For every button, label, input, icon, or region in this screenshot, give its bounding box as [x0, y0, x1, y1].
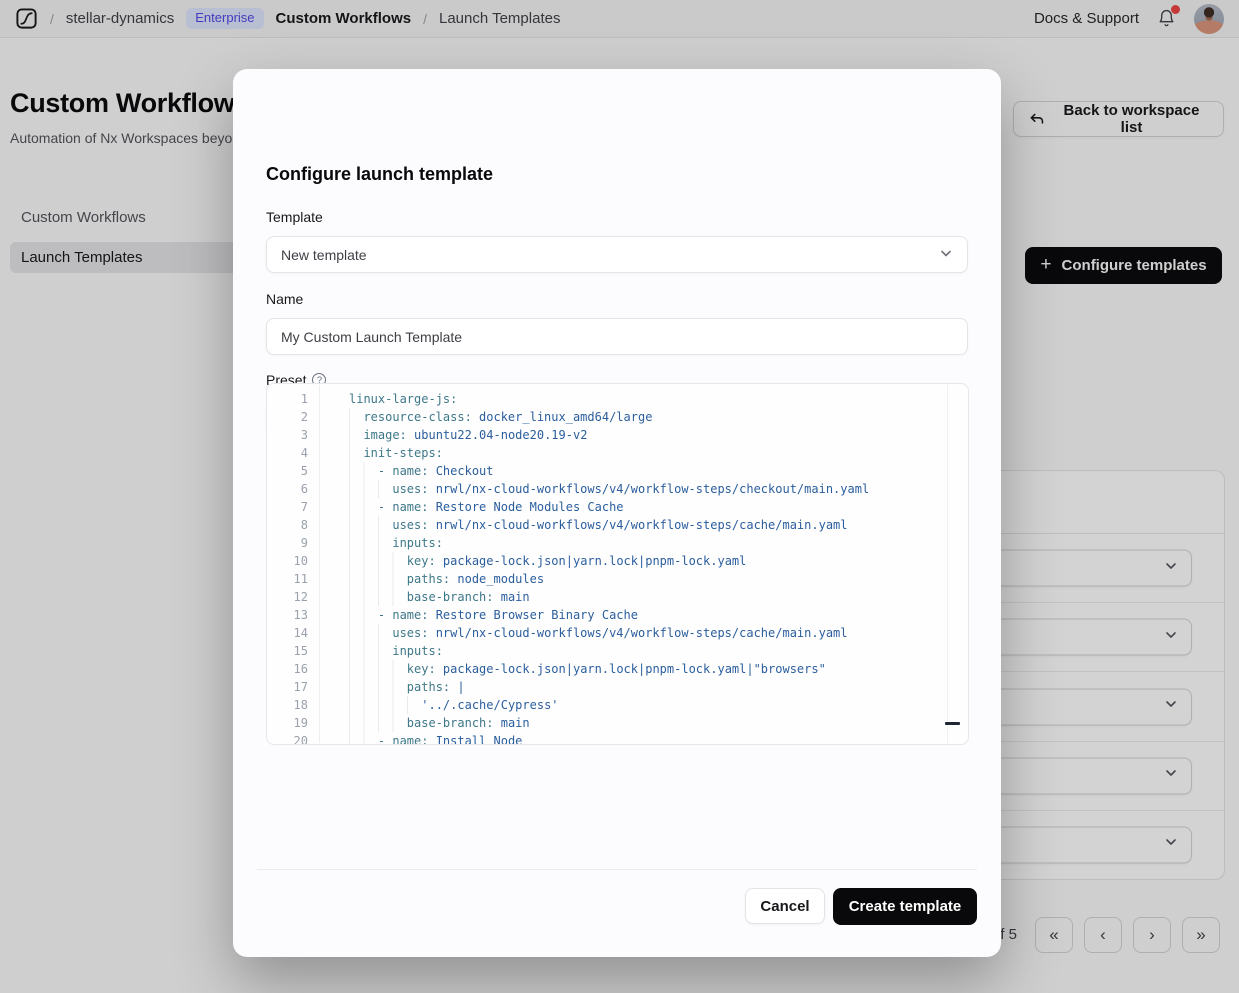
template-label: Template: [266, 209, 323, 225]
modal-title: Configure launch template: [266, 164, 493, 185]
code-line: 7- name: Restore Node Modules Cache: [267, 498, 968, 516]
code-line: 16key: package-lock.json|yarn.lock|pnpm-…: [267, 660, 968, 678]
chevron-down-icon: [938, 245, 954, 264]
code-line: 18'../.cache/Cypress': [267, 696, 968, 714]
gutter-divider: [319, 385, 320, 743]
code-line: 19base-branch: main: [267, 714, 968, 732]
code-line: 4init-steps:: [267, 444, 968, 462]
template-select[interactable]: New template: [266, 236, 968, 273]
create-template-button[interactable]: Create template: [833, 888, 977, 925]
scrollbar-track: [947, 385, 948, 743]
app-root: / stellar-dynamics Enterprise Custom Wor…: [0, 0, 1239, 993]
code-line: 6uses: nrwl/nx-cloud-workflows/v4/workfl…: [267, 480, 968, 498]
code-line: 8uses: nrwl/nx-cloud-workflows/v4/workfl…: [267, 516, 968, 534]
code-line: 10key: package-lock.json|yarn.lock|pnpm-…: [267, 552, 968, 570]
code-line: 9inputs:: [267, 534, 968, 552]
code-line: 13- name: Restore Browser Binary Cache: [267, 606, 968, 624]
code-line: 15inputs:: [267, 642, 968, 660]
code-line: 20- name: Install Node: [267, 732, 968, 745]
code-line: 12base-branch: main: [267, 588, 968, 606]
code-line: 2resource-class: docker_linux_amd64/larg…: [267, 408, 968, 426]
code-line: 1linux-large-js:: [267, 390, 968, 408]
editor-scrollbar-thumb[interactable]: [945, 722, 960, 725]
code-editor[interactable]: 1linux-large-js:2resource-class: docker_…: [266, 383, 969, 745]
code-line: 17paths: |: [267, 678, 968, 696]
code-line: 5- name: Checkout: [267, 462, 968, 480]
footer-divider: [257, 869, 977, 870]
name-label: Name: [266, 291, 303, 307]
template-select-value: New template: [281, 247, 367, 263]
configure-launch-template-modal: Configure launch template Template New t…: [233, 69, 1001, 957]
code-line: 14uses: nrwl/nx-cloud-workflows/v4/workf…: [267, 624, 968, 642]
code-lines: 1linux-large-js:2resource-class: docker_…: [267, 384, 968, 745]
name-input[interactable]: [266, 318, 968, 355]
code-line: 3image: ubuntu22.04-node20.19-v2: [267, 426, 968, 444]
cancel-button[interactable]: Cancel: [745, 888, 825, 924]
code-line: 11paths: node_modules: [267, 570, 968, 588]
